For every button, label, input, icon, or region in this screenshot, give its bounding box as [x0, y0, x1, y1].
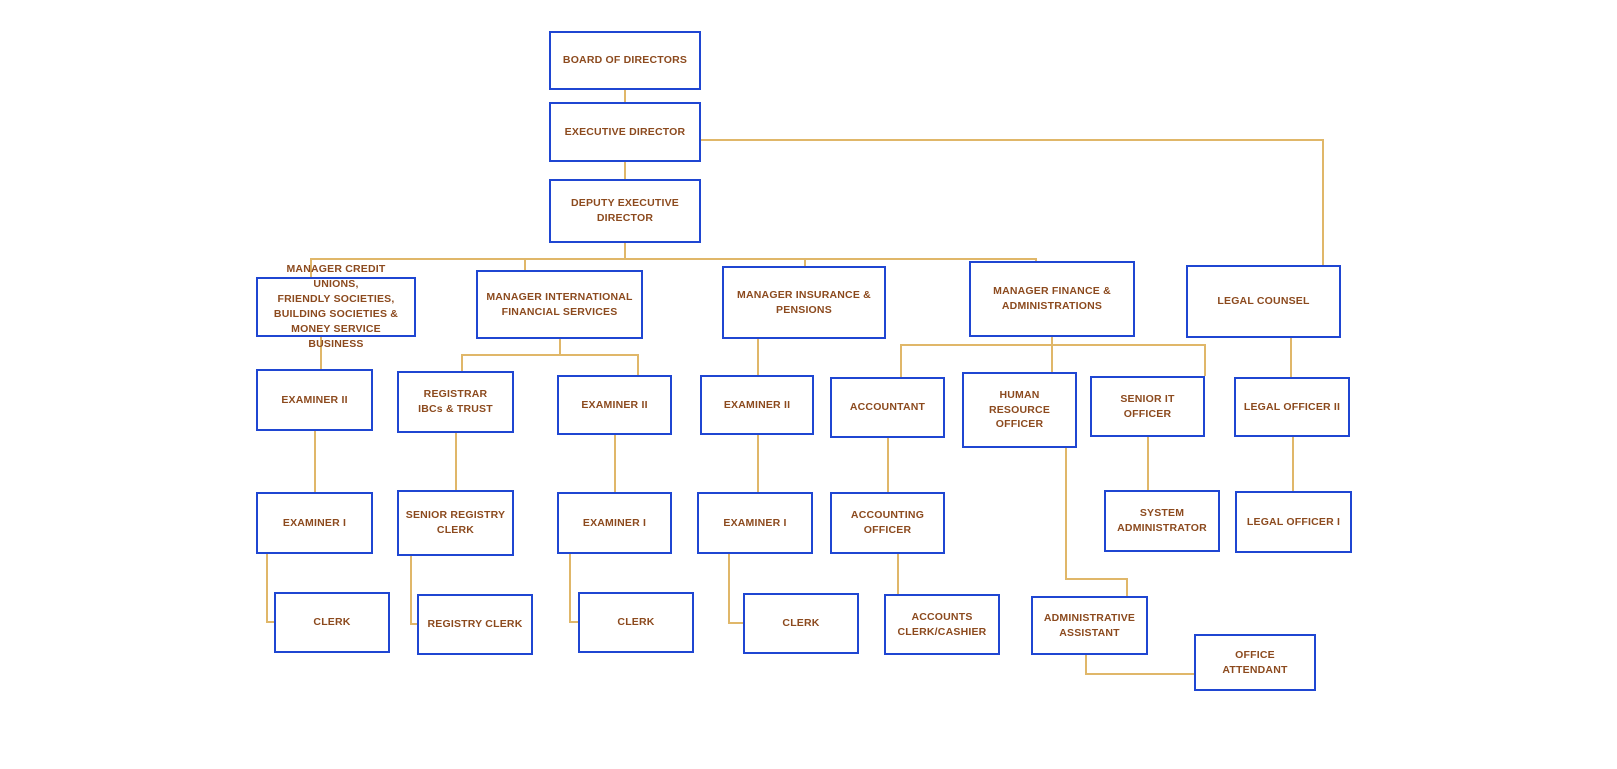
connector-senior-it-to-sysadmin: [1147, 437, 1149, 490]
connector-admin-assistant-to-office-attendant-v: [1085, 654, 1087, 674]
connector-finance-to-admin-assistant-v1: [1065, 448, 1067, 579]
connector-examiner1-to-clerk-ifs-v: [569, 554, 571, 622]
node-clerk-ifs[interactable]: CLERK: [578, 592, 694, 653]
connector-legal-officer2-to-legal-officer1: [1292, 437, 1294, 491]
node-label: OFFICE ATTENDANT: [1222, 648, 1288, 676]
connector-managers-bus: [310, 258, 1036, 260]
node-label: CLERK: [617, 616, 655, 629]
node-system-administrator[interactable]: SYSTEM ADMINISTRATOR: [1104, 490, 1220, 552]
node-label: LEGAL OFFICER II: [1243, 400, 1341, 413]
node-manager-insurance-pensions[interactable]: MANAGER INSURANCE & PENSIONS: [722, 266, 886, 339]
node-examiner-ii-credit-unions[interactable]: EXAMINER II: [256, 369, 373, 431]
node-clerk-credit-unions[interactable]: CLERK: [274, 592, 390, 653]
node-human-resource-officer[interactable]: HUMAN RESOURCE OFFICER: [962, 372, 1077, 448]
node-label: EXAMINER I: [282, 516, 347, 529]
connector-exec-to-legal-v: [1322, 139, 1324, 265]
node-label: MANAGER FINANCE & ADMINISTRATIONS: [993, 285, 1111, 312]
node-label: SENIOR REGISTRY CLERK: [405, 509, 506, 536]
node-registry-clerk[interactable]: REGISTRY CLERK: [417, 594, 533, 655]
node-deputy-executive-director[interactable]: DEPUTY EXECUTIVE DIRECTOR: [549, 179, 701, 243]
connector-finance-bus-to-senior-it: [1204, 344, 1206, 376]
node-label: DEPUTY EXECUTIVE DIRECTOR: [570, 197, 680, 224]
node-label: ACCOUNTS CLERK/CASHIER: [897, 610, 987, 638]
node-label: LEGAL OFFICER I: [1246, 515, 1341, 528]
node-examiner-i-credit-unions[interactable]: EXAMINER I: [256, 492, 373, 554]
connector-bus-to-mgr-ifs: [524, 258, 526, 270]
node-label: SYSTEM ADMINISTRATOR: [1117, 507, 1207, 534]
node-board-of-directors[interactable]: BOARD OF DIRECTORS: [549, 31, 701, 90]
connector-accountant-to-accounting-officer: [887, 438, 889, 492]
node-label: EXAMINER II: [281, 393, 348, 406]
node-label: MANAGER INSURANCE & PENSIONS: [737, 288, 871, 316]
connector-registrar-to-senior-registry-clerk: [455, 433, 457, 490]
connector-exec-to-legal-h: [701, 139, 1323, 141]
node-label: ACCOUNTING OFFICER: [850, 509, 925, 536]
node-label: MANAGER INTERNATIONAL FINANCIAL SERVICES: [486, 290, 633, 318]
connector-deputy-drop: [624, 243, 626, 259]
node-label: SENIOR IT OFFICER: [1120, 392, 1175, 420]
node-accounting-officer[interactable]: ACCOUNTING OFFICER: [830, 492, 945, 554]
node-label: ACCOUNTANT: [849, 401, 926, 414]
node-label: EXAMINER II: [723, 398, 791, 411]
connector-examiner2-to-examiner1-cu: [314, 431, 316, 492]
connector-ifs-bus: [461, 354, 638, 356]
connector-bus-to-mgr-insurance: [804, 258, 806, 266]
node-senior-it-officer[interactable]: SENIOR IT OFFICER: [1090, 376, 1205, 437]
org-chart-canvas: BOARD OF DIRECTORS EXECUTIVE DIRECTOR DE…: [0, 0, 1617, 769]
node-label: MANAGER CREDIT UNIONS, FRIENDLY SOCIETIE…: [273, 263, 399, 350]
node-office-attendant[interactable]: OFFICE ATTENDANT: [1194, 634, 1316, 691]
node-label: REGISTRAR IBCs & TRUST: [418, 388, 493, 415]
connector-admin-assistant-to-office-attendant-h: [1085, 673, 1195, 675]
connector-legal-counsel-to-legal-officer2: [1290, 338, 1292, 377]
connector-mgr-ifs-drop: [559, 339, 561, 355]
connector-finance-to-admin-assistant-h: [1065, 578, 1128, 580]
node-senior-registry-clerk[interactable]: SENIOR REGISTRY CLERK: [397, 490, 514, 556]
connector-examiner1-to-clerk-ins-v: [728, 554, 730, 623]
connector-examiner1-to-clerk-cu-v: [266, 554, 268, 622]
connector-srclerk-to-registry-clerk-v: [410, 556, 412, 624]
node-examiner-ii-insurance[interactable]: EXAMINER II: [700, 375, 814, 435]
node-label: ADMINISTRATIVE ASSISTANT: [1043, 611, 1136, 639]
node-legal-counsel[interactable]: LEGAL COUNSEL: [1186, 265, 1341, 338]
node-label: EXECUTIVE DIRECTOR: [564, 125, 686, 138]
node-legal-officer-i[interactable]: LEGAL OFFICER I: [1235, 491, 1352, 553]
node-label: BOARD OF DIRECTORS: [562, 54, 688, 67]
connector-examiner2-to-examiner1-ifs: [614, 435, 616, 492]
connector-exec-to-deputy: [624, 162, 626, 179]
node-examiner-ii-ifs[interactable]: EXAMINER II: [557, 375, 672, 435]
node-administrative-assistant[interactable]: ADMINISTRATIVE ASSISTANT: [1031, 596, 1148, 655]
node-clerk-insurance[interactable]: CLERK: [743, 593, 859, 654]
node-label: EXAMINER I: [582, 516, 647, 529]
node-label: HUMAN RESOURCE OFFICER: [988, 388, 1051, 431]
node-label: CLERK: [782, 617, 820, 630]
node-manager-finance-administrations[interactable]: MANAGER FINANCE & ADMINISTRATIONS: [969, 261, 1135, 337]
connector-finance-bus-to-accountant: [900, 344, 902, 377]
node-label: LEGAL COUNSEL: [1217, 295, 1310, 308]
node-label: REGISTRY CLERK: [427, 618, 523, 631]
connector-examiner2-to-examiner1-ins: [757, 435, 759, 492]
node-examiner-i-insurance[interactable]: EXAMINER I: [697, 492, 813, 554]
node-legal-officer-ii[interactable]: LEGAL OFFICER II: [1234, 377, 1350, 437]
node-manager-international-financial-services[interactable]: MANAGER INTERNATIONAL FINANCIAL SERVICES: [476, 270, 643, 339]
node-executive-director[interactable]: EXECUTIVE DIRECTOR: [549, 102, 701, 162]
node-accounts-clerk-cashier[interactable]: ACCOUNTS CLERK/CASHIER: [884, 594, 1000, 655]
node-label: EXAMINER II: [581, 398, 648, 411]
node-label: EXAMINER I: [723, 516, 787, 529]
node-examiner-i-ifs[interactable]: EXAMINER I: [557, 492, 672, 554]
node-manager-credit-unions[interactable]: MANAGER CREDIT UNIONS, FRIENDLY SOCIETIE…: [256, 263, 416, 350]
connector-finance-bus-to-hr: [1051, 344, 1053, 372]
node-accountant[interactable]: ACCOUNTANT: [830, 377, 945, 438]
node-label: CLERK: [313, 616, 351, 629]
node-registrar-ibcs-trust[interactable]: REGISTRAR IBCs & TRUST: [397, 371, 514, 433]
